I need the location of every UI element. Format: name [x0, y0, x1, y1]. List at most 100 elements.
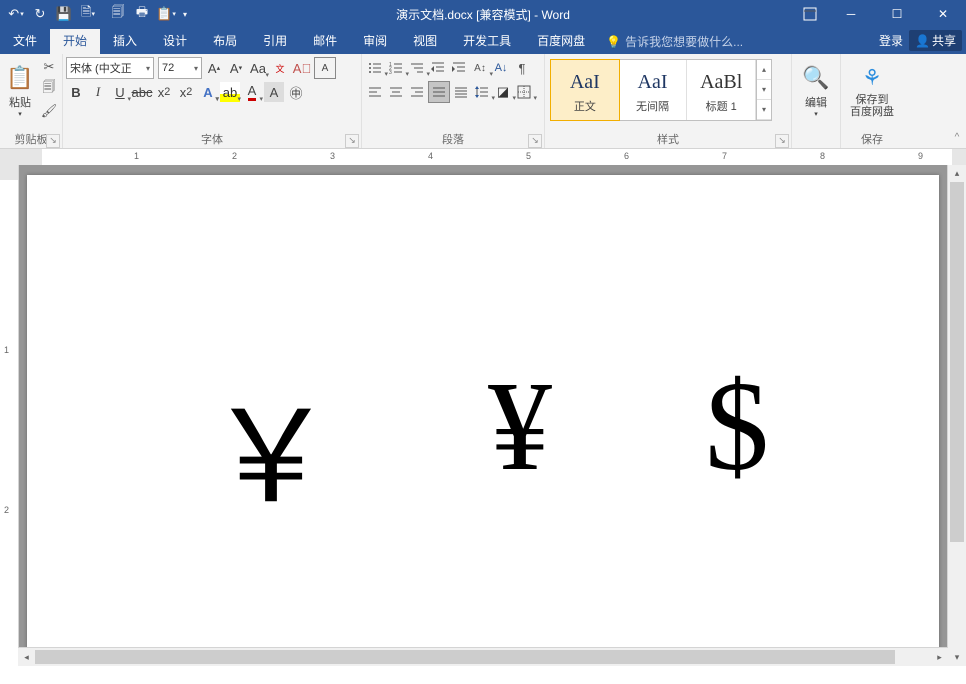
align-right-button[interactable] [407, 82, 427, 102]
text-effects-button[interactable]: A▾ [198, 82, 218, 102]
text-line[interactable]: ￥ ¥ $ [27, 353, 939, 538]
maximize-button[interactable]: ☐ [874, 0, 920, 28]
tab-view[interactable]: 视图 [400, 29, 450, 54]
tab-home[interactable]: 开始 [50, 29, 100, 54]
clear-format-button[interactable]: A⃠ [292, 58, 312, 78]
scroll-thumb-v[interactable] [950, 182, 964, 542]
qat-customize-button[interactable]: ▾ [178, 3, 192, 25]
tab-dev[interactable]: 开发工具 [450, 29, 524, 54]
document-page[interactable]: ￥ ¥ $ [27, 175, 939, 666]
shading-button[interactable]: ◪▾ [493, 82, 513, 102]
align-center-button[interactable] [386, 82, 406, 102]
paragraph-group-label: 段落 [442, 134, 464, 146]
tab-references[interactable]: 引用 [250, 29, 300, 54]
vertical-ruler[interactable]: 1 2 3 [0, 165, 19, 666]
bulb-icon: 💡 [606, 35, 621, 49]
decrease-indent-button[interactable] [428, 58, 448, 78]
styles-scroll-up[interactable]: ▴ [757, 60, 771, 80]
style-nospacing[interactable]: AaI无间隔 [619, 60, 688, 120]
close-button[interactable]: ✕ [920, 0, 966, 28]
enclose-char-button[interactable]: ㊥ [286, 82, 306, 102]
underline-button[interactable]: U▾ [110, 82, 130, 102]
minimize-button[interactable]: ─ [828, 0, 874, 28]
subscript-button[interactable]: x2 [154, 82, 174, 102]
tell-me-input[interactable]: 💡告诉我您想要做什么... [606, 29, 743, 54]
strikethrough-button[interactable]: abc [132, 82, 152, 102]
scroll-up-button[interactable]: ▴ [948, 165, 966, 182]
clipboard-dialog-launcher[interactable]: ↘ [46, 134, 60, 148]
sort-button[interactable]: A↓ [491, 58, 511, 78]
save-button[interactable]: 💾 [52, 3, 76, 25]
paragraph-dialog-launcher[interactable]: ↘ [528, 134, 542, 148]
font-color-button[interactable]: A▾ [242, 82, 262, 102]
scroll-left-button[interactable]: ◂ [18, 652, 35, 663]
bullets-button[interactable]: ▾ [365, 58, 385, 78]
char-dollar: $ [705, 353, 769, 538]
vertical-scrollbar[interactable]: ▴ ▾ [947, 165, 966, 666]
font-dialog-launcher[interactable]: ↘ [345, 134, 359, 148]
highlight-button[interactable]: ab▾ [220, 82, 240, 102]
styles-more-button[interactable]: ▾ [757, 100, 771, 120]
tab-mail[interactable]: 邮件 [300, 29, 350, 54]
find-icon: 🔍 [802, 62, 829, 94]
char-shading-button[interactable]: A [264, 82, 284, 102]
font-size-combo[interactable]: 72▾ [158, 57, 202, 79]
window-title: 演示文档.docx [兼容模式] - Word [396, 6, 570, 23]
numbering-button[interactable]: 123▾ [386, 58, 406, 78]
font-name-combo[interactable]: 宋体 (中文正▾ [66, 57, 154, 79]
tab-design[interactable]: 设计 [150, 29, 200, 54]
superscript-button[interactable]: x2 [176, 82, 196, 102]
style-normal[interactable]: AaI正文 [550, 59, 620, 121]
baidu-cloud-icon: ⚘ [862, 62, 882, 94]
tab-baidu[interactable]: 百度网盘 [524, 29, 598, 54]
copy-button[interactable]: 🗐 [39, 79, 59, 99]
distributed-button[interactable] [451, 82, 471, 102]
save-group-label: 保存 [861, 134, 883, 146]
tab-layout[interactable]: 布局 [200, 29, 250, 54]
borders-button[interactable]: ▾ [514, 82, 534, 102]
change-case-button[interactable]: Aa▾ [248, 58, 268, 78]
char-border-button[interactable]: A [314, 57, 336, 79]
scroll-right-button[interactable]: ▸ [931, 652, 948, 663]
styles-gallery[interactable]: AaI正文 AaI无间隔 AaBl标题 1 ▴ ▾ ▾ [550, 59, 772, 121]
multilevel-list-button[interactable]: ▾ [407, 58, 427, 78]
save-to-baidu-button[interactable]: ⚘ 保存到 百度网盘 [844, 57, 900, 123]
styles-scroll-down[interactable]: ▾ [757, 80, 771, 100]
quick-print-button[interactable]: 🖶 [130, 3, 154, 25]
tab-insert[interactable]: 插入 [100, 29, 150, 54]
styles-dialog-launcher[interactable]: ↘ [775, 134, 789, 148]
editing-button[interactable]: 🔍 编辑 ▾ [795, 57, 837, 123]
scroll-thumb-h[interactable] [35, 650, 895, 664]
grow-font-button[interactable]: A▴ [204, 58, 224, 78]
tab-review[interactable]: 审阅 [350, 29, 400, 54]
collapse-ribbon-button[interactable]: ^ [950, 132, 964, 146]
scroll-down-button[interactable]: ▾ [948, 649, 966, 666]
document-viewport[interactable]: ￥ ¥ $ [19, 165, 947, 666]
print-preview-button[interactable]: 🗐 [106, 3, 130, 25]
italic-button[interactable]: I [88, 82, 108, 102]
char-yen: ¥ [488, 353, 552, 538]
share-icon: 👤 [915, 34, 930, 48]
redo-button[interactable]: ↻ [28, 3, 52, 25]
format-painter-button[interactable]: 🖌 [39, 101, 59, 121]
paste-qat-button[interactable]: 📋▾ [154, 3, 178, 25]
horizontal-scrollbar[interactable]: ◂ ▸ [18, 647, 948, 666]
share-button[interactable]: 👤共享 [909, 30, 962, 51]
increase-indent-button[interactable] [449, 58, 469, 78]
cut-button[interactable]: ✂ [39, 57, 59, 77]
paste-button[interactable]: 📋 粘贴 ▾ [3, 57, 37, 123]
ribbon-options-button[interactable] [792, 0, 828, 28]
save-as-button[interactable]: 🗎▾ [76, 3, 100, 25]
show-marks-button[interactable]: ¶ [512, 58, 532, 78]
style-heading1[interactable]: AaBl标题 1 [687, 60, 756, 120]
undo-button[interactable]: ↶▾ [4, 3, 28, 25]
align-justify-button[interactable] [428, 81, 450, 103]
shrink-font-button[interactable]: A▾ [226, 58, 246, 78]
line-spacing-button[interactable]: ▾ [472, 82, 492, 102]
tab-file[interactable]: 文件 [0, 29, 50, 54]
bold-button[interactable]: B [66, 82, 86, 102]
align-left-button[interactable] [365, 82, 385, 102]
phonetic-guide-button[interactable]: 文 [270, 58, 290, 78]
text-direction-button[interactable]: A↕▾ [470, 58, 490, 78]
login-button[interactable]: 登录 [879, 32, 903, 49]
